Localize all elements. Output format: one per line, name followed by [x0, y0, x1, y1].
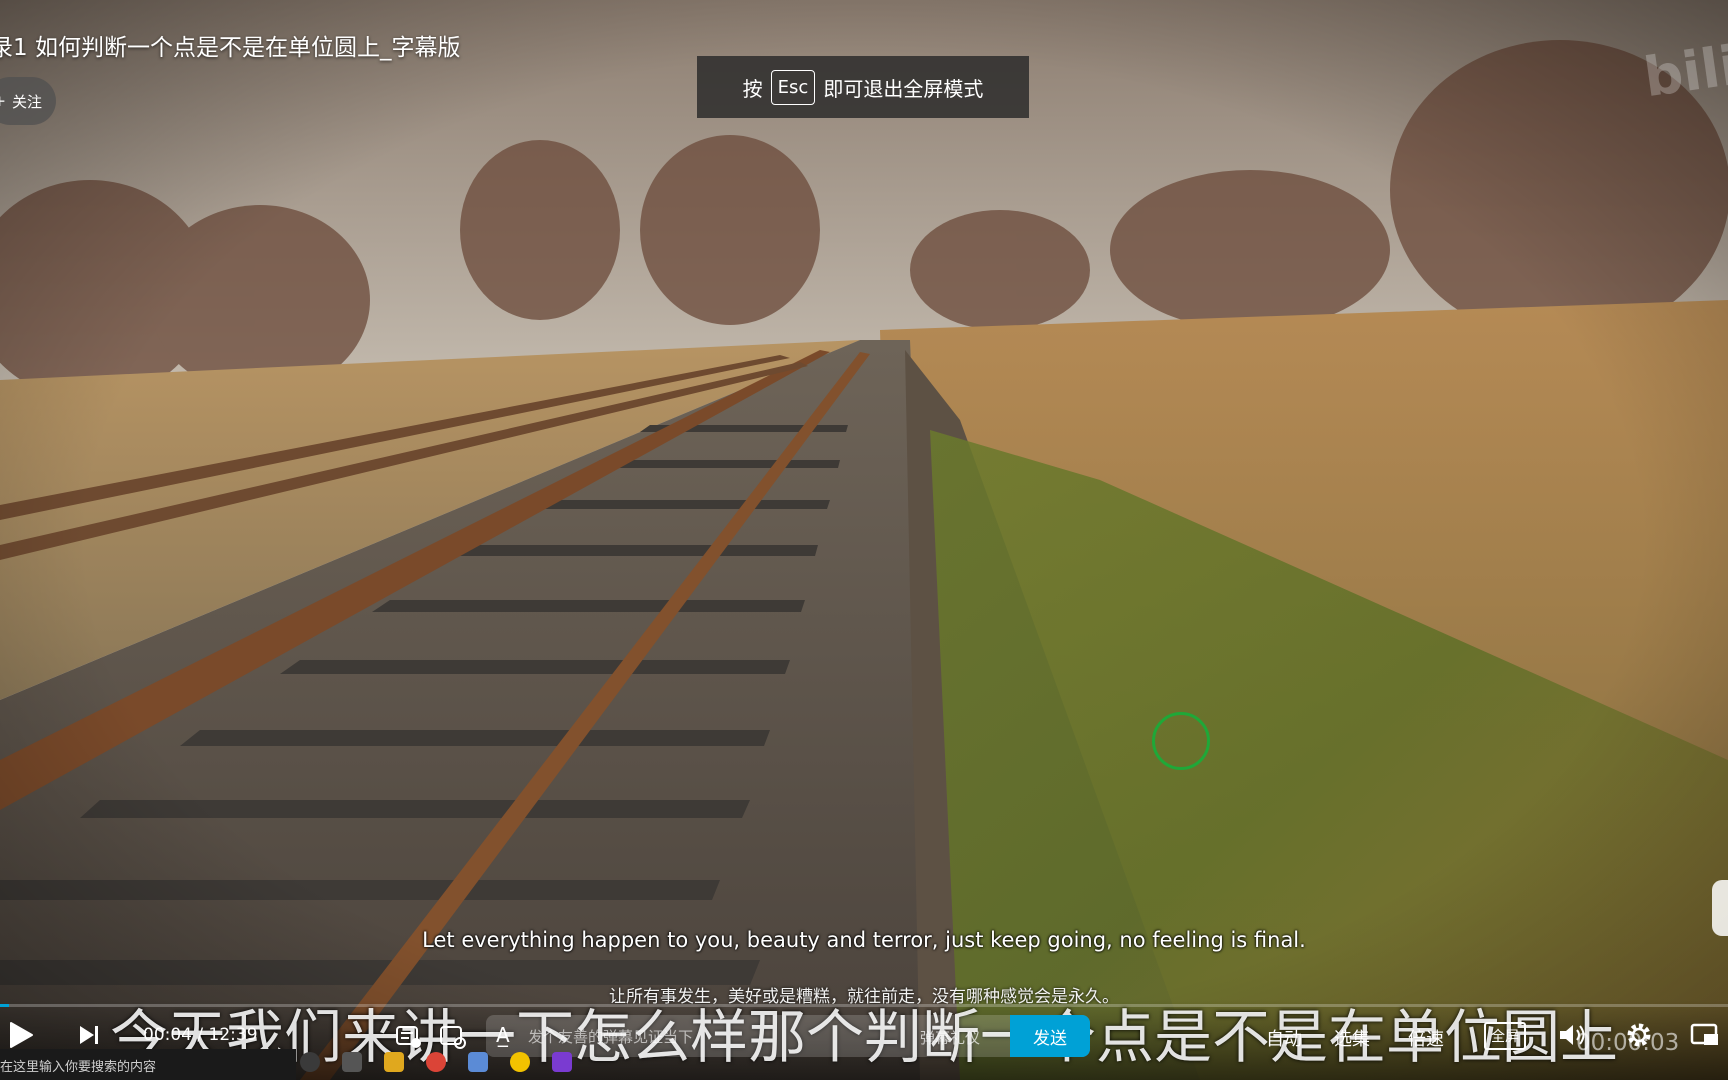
follow-button[interactable]: + 关注	[0, 77, 56, 125]
file-explorer-icon[interactable]	[384, 1052, 404, 1072]
follow-label: 关注	[11, 92, 42, 111]
mouse-cursor-highlight-icon	[1152, 712, 1210, 770]
danmaku-settings-icon	[440, 1026, 466, 1049]
taskbar-search-input[interactable]: 在这里输入你要搜索的内容	[0, 1056, 156, 1075]
app-icon[interactable]	[552, 1052, 572, 1072]
quality-button[interactable]: 自动	[1266, 1025, 1302, 1051]
picture-in-picture-button[interactable]	[1688, 1018, 1722, 1052]
video-title: 录1 如何判断一个点是不是在单位圆上_字幕版	[0, 35, 461, 61]
esc-toast-prefix: 按	[742, 76, 763, 101]
danmaku-settings-button[interactable]	[436, 1020, 470, 1054]
exit-fullscreen-toast: 按 Esc 即可退出全屏模式	[697, 56, 1029, 118]
esc-key-badge: Esc	[770, 69, 816, 105]
danmaku-toggle-button[interactable]	[392, 1020, 426, 1054]
task-view-icon[interactable]	[300, 1052, 320, 1072]
gear-icon	[1627, 1023, 1651, 1047]
play-button[interactable]	[4, 1018, 38, 1052]
picture-in-picture-icon	[1690, 1023, 1718, 1045]
app-icon[interactable]	[342, 1052, 362, 1072]
danmaku-input[interactable]: 发个友善的弹幕见证当下	[528, 1026, 693, 1047]
next-button[interactable]	[72, 1018, 106, 1052]
time-display: 00:04 / 12:39	[143, 1025, 258, 1045]
video-frame[interactable]	[0, 0, 1728, 1080]
plus-icon: +	[0, 92, 6, 110]
bilibili-watermark: bili	[1639, 33, 1728, 110]
send-button[interactable]: 发送	[1010, 1015, 1090, 1057]
subtitle-english: Let everything happen to you, beauty and…	[422, 928, 1306, 952]
speed-button[interactable]: 倍速	[1408, 1025, 1444, 1051]
time-separator: /	[197, 1025, 204, 1045]
current-time: 00:04	[143, 1025, 192, 1045]
episodes-button[interactable]: 选集	[1334, 1025, 1370, 1051]
play-icon	[10, 1022, 33, 1048]
next-icon	[80, 1026, 98, 1044]
settings-button[interactable]	[1622, 1018, 1656, 1052]
taskbar-app-icons	[300, 1052, 572, 1078]
app-icon[interactable]	[468, 1052, 488, 1072]
video-scene-image	[0, 0, 1728, 1080]
danmaku-etiquette-link[interactable]: 弹幕礼仪	[920, 1027, 980, 1048]
web-fullscreen-button[interactable]: 全屏	[1484, 1022, 1526, 1050]
text-style-icon[interactable]: A̲	[496, 1023, 510, 1047]
chrome-icon[interactable]	[426, 1052, 446, 1072]
danmaku-input-bar[interactable]: A̲ 发个友善的弹幕见证当下 弹幕礼仪 发送	[486, 1015, 1090, 1057]
app-icon[interactable]	[510, 1052, 530, 1072]
esc-toast-suffix: 即可退出全屏模式	[823, 76, 984, 101]
duration: 12:39	[208, 1025, 258, 1045]
windows-taskbar: 在这里输入你要搜索的内容	[0, 1049, 296, 1080]
danmaku-toggle-icon	[396, 1026, 421, 1048]
